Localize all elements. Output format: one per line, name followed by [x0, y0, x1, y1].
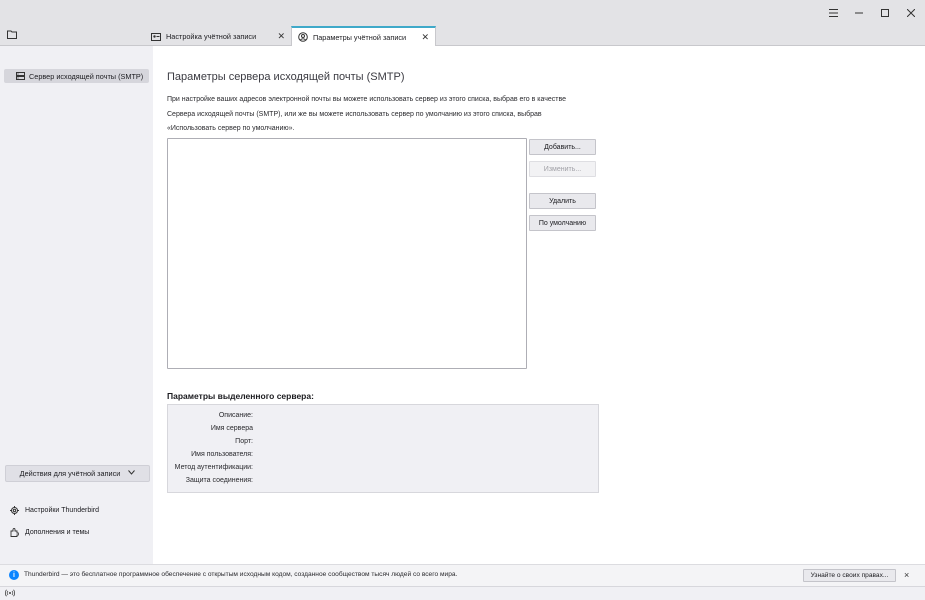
description: При настройке ваших адресов электронной … [167, 93, 607, 137]
sidebar: Сервер исходящей почты (SMTP) Действия д… [0, 46, 153, 564]
tab-label: Настройка учётной записи [166, 32, 257, 41]
edit-server-button[interactable]: Изменить... [529, 161, 596, 177]
auth-method-label: Метод аутентификации: [174, 464, 253, 471]
account-settings-icon [151, 32, 161, 42]
minimize-icon[interactable] [846, 0, 872, 25]
port-label: Порт: [235, 438, 253, 445]
set-default-button[interactable]: По умолчанию [529, 215, 596, 231]
addons-themes-link[interactable]: Дополнения и темы [10, 525, 89, 539]
hamburger-menu-icon[interactable] [820, 0, 846, 25]
description-line: «Использовать сервер по умолчанию». [167, 125, 295, 132]
server-details-panel: Описание: Имя сервера Порт: Имя пользова… [167, 404, 599, 493]
connection-security-label: Защита соединения: [185, 477, 253, 484]
details-title: Параметры выделенного сервера: [167, 391, 314, 401]
puzzle-icon [10, 527, 19, 537]
notification-text: Thunderbird — это бесплатное программное… [24, 571, 458, 578]
info-icon: i [9, 570, 19, 580]
thunderbird-settings-label: Настройки Thunderbird [25, 506, 100, 514]
username-label: Имя пользователя: [191, 451, 253, 458]
notification-close-icon[interactable]: × [904, 570, 909, 580]
notification-bar: i Thunderbird — это бесплатное программн… [0, 564, 925, 586]
tab-close-icon[interactable]: ✕ [421, 32, 429, 43]
chevron-down-icon [128, 470, 136, 477]
outgoing-server-icon [16, 72, 25, 80]
tab-account-setup[interactable]: Настройка учётной записи ✕ [145, 27, 291, 46]
description-line: Сервера исходящей почты (SMTP), или же в… [167, 110, 542, 118]
add-server-button[interactable]: Добавить... [529, 139, 596, 155]
sidebar-item-smtp[interactable]: Сервер исходящей почты (SMTP) [4, 69, 149, 83]
page-title: Параметры сервера исходящей почты (SMTP) [167, 71, 405, 83]
description-label: Описание: [218, 412, 253, 419]
tab-bar: Настройка учётной записи ✕ Параметры учё… [0, 25, 925, 46]
gear-icon [10, 505, 19, 515]
title-bar [0, 0, 925, 25]
folder-icon[interactable] [7, 30, 17, 41]
tab-close-icon[interactable]: ✕ [277, 31, 285, 42]
account-actions-button[interactable]: Действия для учётной записи [5, 465, 150, 482]
status-bar [0, 586, 925, 600]
addons-themes-label: Дополнения и темы [25, 528, 90, 536]
tab-account-settings[interactable]: Параметры учётной записи ✕ [291, 26, 436, 46]
thunderbird-settings-link[interactable]: Настройки Thunderbird [10, 503, 99, 517]
account-icon [298, 32, 308, 42]
description-line: При настройке ваших адресов электронной … [167, 96, 567, 103]
online-status-icon[interactable] [4, 589, 16, 599]
close-icon[interactable] [898, 0, 924, 25]
smtp-server-list[interactable] [167, 138, 527, 369]
know-your-rights-button[interactable]: Узнайте о своих правах... [803, 569, 896, 582]
server-name-label: Имя сервера [210, 425, 253, 432]
tab-label: Параметры учётной записи [313, 32, 407, 42]
sidebar-item-label: Сервер исходящей почты (SMTP) [29, 71, 144, 81]
remove-server-button[interactable]: Удалить [529, 193, 596, 209]
account-actions-label: Действия для учётной записи [19, 469, 121, 478]
maximize-icon[interactable] [872, 0, 898, 25]
